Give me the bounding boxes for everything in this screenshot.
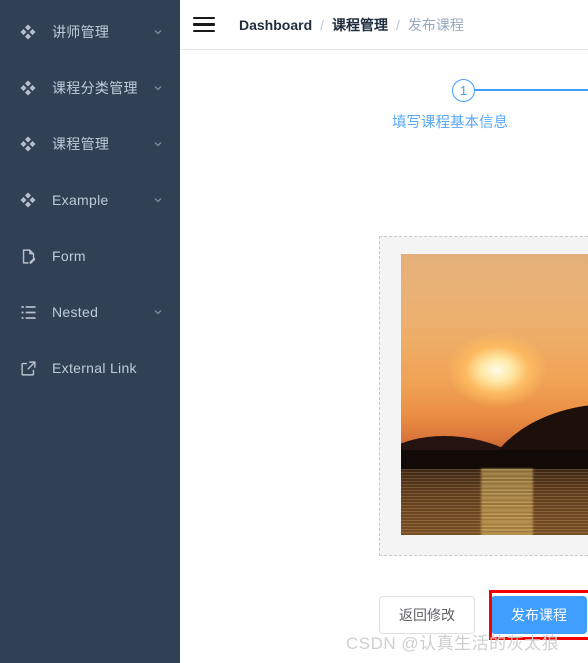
chevron-down-icon [152, 82, 164, 94]
sidebar-item-course-category-management[interactable]: 课程分类管理 [0, 60, 180, 116]
component-icon [18, 134, 38, 154]
photo-sun-reflection [481, 469, 533, 535]
breadcrumb-item-dashboard[interactable]: Dashboard [239, 17, 312, 33]
sidebar-item-course-management[interactable]: 课程管理 [0, 116, 180, 172]
sunset-over-water-photo [401, 254, 588, 535]
sidebar-item-label: Form [52, 248, 86, 264]
breadcrumb-item-publish-course: 发布课程 [407, 16, 464, 33]
step-1-number: 1 [452, 78, 475, 102]
component-icon [18, 78, 38, 98]
admin-console-page: 讲师管理 课程分类管理 课程管理 Example Form Nested Ext… [0, 0, 588, 663]
sidebar: 讲师管理 课程分类管理 课程管理 Example Form Nested Ext… [0, 0, 180, 663]
main-content: Dashboard / 课程管理 / 发布课程 1 填写课程基本信息 返回修改 … [180, 0, 588, 663]
chevron-down-icon [152, 26, 164, 38]
sidebar-item-example[interactable]: Example [0, 172, 180, 228]
breadcrumb-separator: / [320, 16, 325, 33]
step-1: 1 填写课程基本信息 [392, 78, 588, 132]
chevron-down-icon [152, 306, 164, 318]
form-icon [18, 246, 38, 266]
step-1-head: 1 [452, 78, 588, 102]
sidebar-item-teacher-management[interactable]: 讲师管理 [0, 4, 180, 60]
course-cover-card [379, 236, 588, 556]
step-bar: 1 填写课程基本信息 [180, 50, 588, 160]
chevron-down-icon [152, 138, 164, 150]
sidebar-item-label: 课程管理 [52, 136, 110, 152]
hamburger-bar [193, 16, 215, 20]
nested-list-icon [18, 302, 38, 322]
sidebar-item-nested[interactable]: Nested [0, 284, 180, 340]
hamburger-bar [193, 23, 215, 26]
watermark-text: CSDN @认真生活的灰太狼 [346, 634, 560, 653]
hamburger-icon[interactable] [193, 15, 215, 35]
breadcrumb-separator: / [396, 16, 400, 33]
step-1-title: 填写课程基本信息 [392, 115, 508, 131]
sidebar-item-label: 课程分类管理 [52, 80, 138, 96]
external-link-icon [18, 358, 38, 378]
breadcrumb-item-course-management[interactable]: 课程管理 [332, 15, 388, 35]
breadcrumb: Dashboard / 课程管理 / 发布课程 [239, 15, 464, 35]
sidebar-item-external-link[interactable]: External Link [0, 340, 180, 396]
chevron-down-icon [152, 194, 164, 206]
sidebar-item-label: Example [52, 192, 109, 208]
sidebar-item-form[interactable]: Form [0, 228, 180, 284]
hamburger-bar [193, 29, 215, 33]
sidebar-item-label: 讲师管理 [52, 24, 110, 40]
component-icon [18, 190, 38, 210]
sidebar-item-label: External Link [52, 360, 137, 376]
step-1-connector [474, 88, 588, 92]
component-icon [18, 22, 38, 42]
sidebar-item-label: Nested [52, 304, 99, 320]
top-navbar: Dashboard / 课程管理 / 发布课程 [180, 0, 588, 50]
